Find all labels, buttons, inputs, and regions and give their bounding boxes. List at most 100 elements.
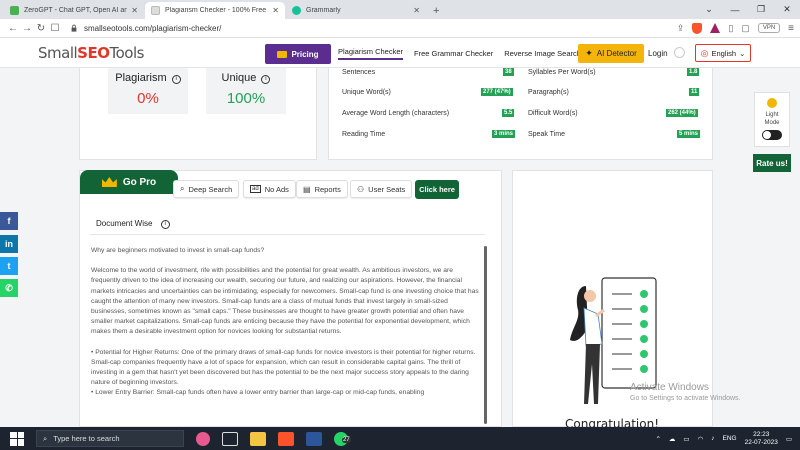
ai-detector-button[interactable]: ✦ AI Detector [578,44,644,63]
metric-value: 5 mins [677,130,701,138]
metric-value: 1.8 [687,68,700,76]
file-explorer-icon[interactable] [250,431,266,446]
document-scrollbar[interactable] [484,246,487,424]
smallseotools-logo[interactable]: SmallSEOTools [38,44,144,62]
linkedin-icon: in [5,239,13,249]
document-heading-text: Document Wise [96,219,153,228]
search-icon[interactable] [674,47,685,58]
windows-taskbar: ⌕ Type here to search 27 ⌃ ☁ ▭ ◠ ♪ ENG 2… [0,427,800,450]
rate-us-button[interactable]: Rate us! [753,154,791,172]
wifi-icon[interactable]: ◠ [698,435,704,443]
deep-search-button[interactable]: ⌕ Deep Search [173,180,240,198]
document-text: Why are beginners motivated to invest in… [91,246,479,409]
plagiarism-value: 0% [137,90,159,107]
facebook-share-button[interactable]: f [0,212,18,230]
reload-button[interactable]: ↻ [34,23,48,34]
language-indicator[interactable]: ENG [723,435,737,442]
pricing-label: Pricing [291,49,319,59]
document-wise-heading: Document Wise i [96,219,170,229]
chevron-down-icon[interactable]: ⌄ [696,4,722,15]
linkedin-share-button[interactable]: in [0,235,18,253]
search-icon: ⌕ [43,433,48,443]
no-ads-button[interactable]: ad No Ads [243,180,296,198]
crown-icon [277,50,288,58]
chevron-up-icon[interactable]: ⌃ [655,435,660,443]
maximize-button[interactable]: ❐ [748,4,774,15]
brave-shield-icon[interactable] [692,22,703,34]
twitter-share-button[interactable]: t [0,257,18,275]
tab-title: Plagiarism Checker - 100% Free Plagiaris… [165,7,268,14]
close-tab-icon[interactable]: ✕ [413,6,420,15]
whatsapp-taskbar-icon[interactable]: 27 [334,431,351,446]
close-tab-icon[interactable]: ✕ [131,6,138,15]
activate-windows-title: Activate Windows [630,382,709,393]
click-here-button[interactable]: Click here [415,180,459,199]
language-selector[interactable]: ◎ English ⌄ [695,44,751,62]
taskbar-search-box[interactable]: ⌕ Type here to search [36,430,184,447]
wallet-icon[interactable]: ▢ [741,23,750,34]
nav-free-grammar-checker[interactable]: Free Grammar Checker [414,49,493,58]
menu-icon[interactable]: ≡ [788,23,794,34]
logo-text-prefix: Small [38,43,78,62]
nav-reverse-image-search[interactable]: Reverse Image Search [504,49,581,58]
browser-toolbar-right: ⇪ ▯ ▢ VPN ≡ [677,22,794,34]
login-link[interactable]: Login [648,49,668,58]
forward-button[interactable]: → [20,23,34,34]
new-tab-button[interactable]: + [433,2,439,19]
pricing-button[interactable]: Pricing [265,44,331,64]
clock-date: 22-07-2023 [744,438,778,446]
vpn-button[interactable]: VPN [757,23,781,33]
widgets-icon[interactable] [196,431,210,446]
text-metrics-card: Sentences 38 Unique Word(s) 277 (47%) Av… [328,68,713,160]
brave-rewards-icon[interactable] [710,23,721,33]
bookmark-icon[interactable]: ☐ [48,23,62,34]
address-bar-row: ← → ↻ ☐ smallseotools.com/plagiarism-che… [0,19,800,38]
sidebar-toggle-icon[interactable]: ▯ [728,23,733,34]
site-header: SmallSEOTools Pricing Plagiarism Checker… [0,38,800,68]
chevron-down-icon: ⌄ [739,48,746,58]
browser-tab-plagiarism-checker[interactable]: Plagiarism Checker - 100% Free Plagiaris… [145,2,285,19]
plagiarism-label: Plagiarism i [108,72,188,84]
plagiarism-stat: Plagiarism i 0% [108,68,188,114]
search-icon: ⌕ [180,184,185,193]
share-icon[interactable]: ⇪ [677,23,685,34]
users-icon: ⚇ [357,184,365,194]
whatsapp-badge: 27 [342,436,351,443]
info-icon[interactable]: i [171,75,181,84]
volume-icon[interactable]: ♪ [711,435,714,442]
crown-icon [101,177,117,187]
cloud-icon[interactable]: ☁ [669,435,676,443]
clock[interactable]: 22:23 22-07-2023 [745,431,778,447]
back-button[interactable]: ← [6,23,20,34]
user-seats-button[interactable]: ⚇ User Seats [350,180,413,198]
browser-tab-grammarly[interactable]: Grammarly ✕ [286,2,426,19]
info-icon[interactable]: i [160,220,170,229]
light-mode-widget: Light Mode [754,92,790,147]
word-icon[interactable] [306,431,322,446]
go-pro-tab[interactable]: Go Pro [80,170,178,194]
browser-tab-zerogpt[interactable]: ZeroGPT - Chat GPT, Open AI and AI text … [4,2,144,19]
ad-icon: ad [250,185,261,193]
browser-tab-strip: ZeroGPT - Chat GPT, Open AI and AI text … [0,0,800,19]
brave-browser-icon[interactable] [278,431,294,446]
whatsapp-share-button[interactable]: ✆ [0,279,18,297]
notifications-icon[interactable]: ▭ [786,435,792,443]
no-ads-label: No Ads [264,184,289,194]
unique-label-text: Unique [221,72,257,84]
url-text: smallseotools.com/plagiarism-checker/ [84,23,222,33]
close-window-button[interactable]: ✕ [774,4,800,15]
url-field[interactable]: smallseotools.com/plagiarism-checker/ [70,24,677,33]
system-tray: ⌃ ☁ ▭ ◠ ♪ ENG 22:23 22-07-2023 ▭ [655,427,800,450]
task-view-icon[interactable] [222,431,238,446]
metric-value: 5.5 [502,109,515,117]
close-tab-icon[interactable]: ✕ [272,6,279,15]
nav-plagiarism-checker[interactable]: Plagiarism Checker [338,47,404,60]
light-mode-toggle[interactable] [762,130,782,140]
info-icon[interactable]: i [261,75,271,84]
main-nav: Plagiarism Checker Free Grammar Checker … [338,38,581,68]
battery-icon[interactable]: ▭ [683,435,689,443]
reports-button[interactable]: ▤ Reports [296,180,348,198]
windows-start-icon[interactable] [10,431,24,446]
lock-icon [71,24,77,32]
minimize-button[interactable]: — [722,5,748,15]
